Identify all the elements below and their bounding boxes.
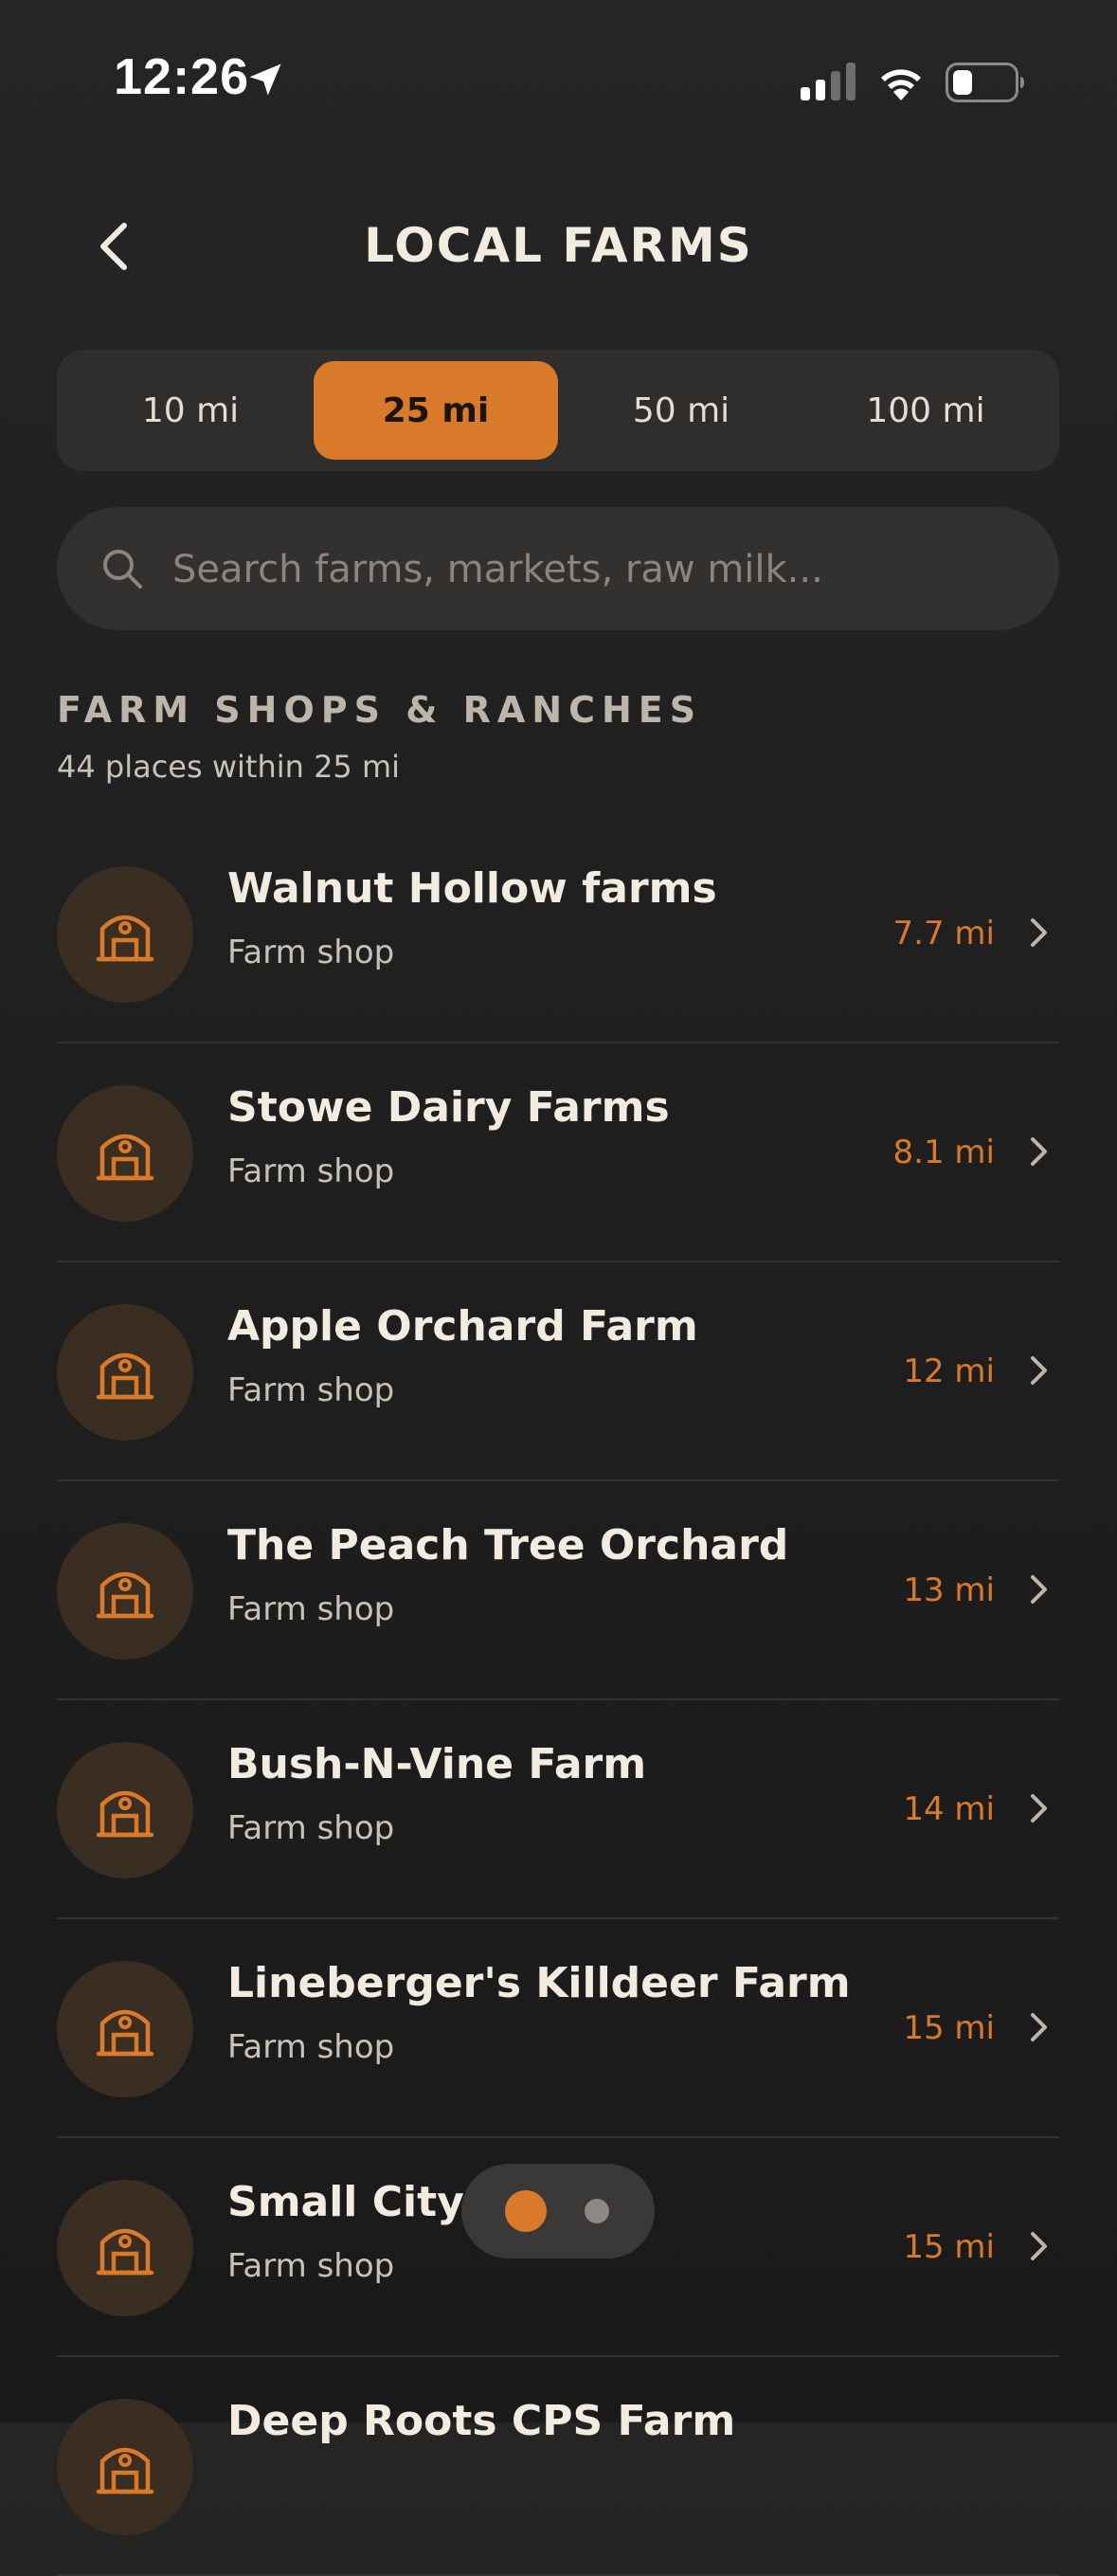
page-title: LOCAL FARMS [364, 218, 753, 273]
place-name: Bush-N-Vine Farm [227, 1740, 647, 1788]
place-name: Deep Roots CPS Farm [227, 2397, 736, 2445]
place-distance: 13 mi [903, 1571, 995, 1609]
place-avatar [57, 2180, 193, 2316]
place-name: Apple Orchard Farm [227, 1302, 698, 1351]
place-avatar [57, 1304, 193, 1441]
chevron-right-icon [1031, 1794, 1047, 1823]
place-type: Farm shop [227, 2247, 395, 2285]
chevron-right-icon [1031, 2232, 1047, 2260]
place-avatar [57, 1742, 193, 1878]
place-name: The Peach Tree Orchard [227, 1521, 789, 1569]
distance-option-50[interactable]: 50 mi [559, 361, 803, 460]
places-list: Walnut Hollow farms Farm shop 7.7 mi Sto… [57, 825, 1059, 2576]
place-type: Farm shop [227, 1809, 395, 1847]
page-dot-active[interactable] [505, 2190, 547, 2232]
place-distance: 12 mi [903, 1352, 995, 1390]
search-icon [103, 550, 142, 589]
barn-icon [96, 915, 154, 962]
section-title: FARM SHOPS & RANCHES [57, 689, 703, 731]
place-avatar [57, 2399, 193, 2535]
barn-icon [96, 2009, 154, 2057]
place-name: Walnut Hollow farms [227, 864, 717, 913]
distance-option-25[interactable]: 25 mi [314, 361, 558, 460]
chevron-right-icon [1031, 1356, 1047, 1385]
place-name: Lineberger's Killdeer Farm [227, 1959, 851, 2007]
place-row[interactable]: Bush-N-Vine Farm Farm shop 14 mi [57, 1700, 1059, 1919]
place-type: Farm shop [227, 1590, 395, 1628]
place-distance: 15 mi [903, 2009, 995, 2047]
chevron-right-icon [1031, 918, 1047, 947]
place-row[interactable]: Stowe Dairy Farms Farm shop 8.1 mi [57, 1043, 1059, 1262]
chevron-right-icon [1031, 1137, 1047, 1166]
section-subtitle: 44 places within 25 mi [57, 749, 401, 785]
distance-filter: 10 mi 25 mi 50 mi 100 mi [57, 350, 1059, 471]
place-avatar [57, 1961, 193, 2097]
place-avatar [57, 866, 193, 1003]
barn-icon [96, 2447, 154, 2494]
place-name: Stowe Dairy Farms [227, 1083, 670, 1132]
distance-option-10[interactable]: 10 mi [68, 361, 313, 460]
search-bar[interactable] [57, 507, 1059, 632]
status-bar: 12:26 [0, 0, 1117, 161]
place-avatar [57, 1085, 193, 1222]
place-type: Farm shop [227, 2028, 395, 2066]
place-type: Farm shop [227, 934, 395, 971]
place-distance: 14 mi [903, 1790, 995, 1828]
wifi-icon [881, 69, 921, 100]
place-row[interactable]: Apple Orchard Farm Farm shop 12 mi [57, 1262, 1059, 1481]
search-input[interactable] [171, 507, 1027, 632]
battery-icon [946, 63, 1024, 102]
place-distance: 7.7 mi [892, 915, 995, 952]
cellular-signal-icon [801, 63, 856, 100]
barn-icon [96, 1790, 154, 1838]
location-arrow-icon [249, 63, 281, 96]
status-time: 12:26 [114, 48, 250, 105]
page-dot[interactable] [585, 2199, 609, 2223]
place-avatar [57, 1523, 193, 1660]
distance-option-100[interactable]: 100 mi [803, 361, 1048, 460]
place-row[interactable]: Lineberger's Killdeer Farm Farm shop 15 … [57, 1919, 1059, 2138]
chevron-right-icon [1031, 2013, 1047, 2041]
chevron-right-icon [1031, 1575, 1047, 1604]
place-type: Farm shop [227, 1152, 395, 1190]
place-row[interactable]: Deep Roots CPS Farm [57, 2357, 1059, 2576]
barn-icon [96, 1134, 154, 1181]
barn-icon [96, 1352, 154, 1400]
barn-icon [96, 1571, 154, 1619]
barn-icon [96, 2228, 154, 2276]
header: LOCAL FARMS [0, 190, 1117, 303]
page-indicator[interactable] [461, 2164, 655, 2259]
place-distance: 15 mi [903, 2228, 995, 2266]
place-row[interactable]: The Peach Tree Orchard Farm shop 13 mi [57, 1481, 1059, 1700]
place-row[interactable]: Walnut Hollow farms Farm shop 7.7 mi [57, 825, 1059, 1043]
place-type: Farm shop [227, 1371, 395, 1409]
place-distance: 8.1 mi [892, 1134, 995, 1171]
